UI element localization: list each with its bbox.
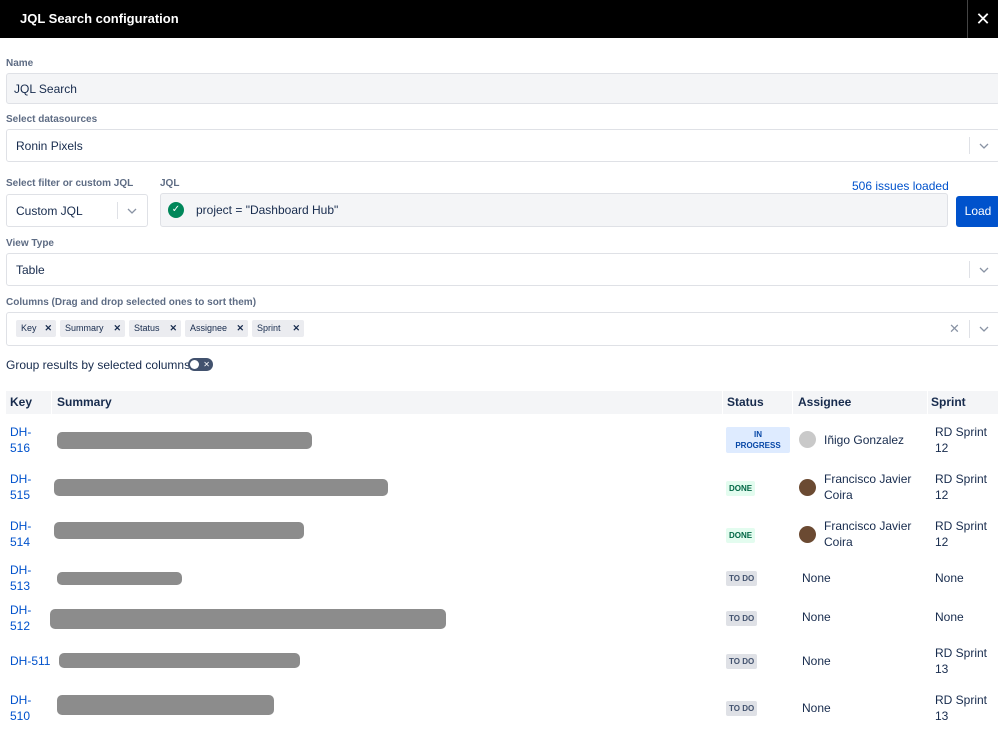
sprint-cell: None — [935, 571, 964, 585]
select-separator — [969, 320, 970, 338]
clear-icon[interactable]: ✕ — [949, 321, 960, 337]
assignee-name: None — [802, 571, 831, 585]
col-divider — [927, 391, 928, 414]
col-header-assignee[interactable]: Assignee — [798, 391, 851, 414]
summary-redacted — [57, 695, 274, 715]
chevron-down-icon[interactable] — [127, 205, 137, 217]
view-type-label: View Type — [6, 238, 54, 249]
sprint-cell: RD Sprint 13 — [935, 693, 988, 723]
column-chip-status[interactable]: Status ✕ — [129, 320, 181, 337]
group-label: Group results by selected columns — [6, 358, 191, 372]
chevron-down-icon[interactable] — [979, 140, 989, 152]
col-divider — [722, 391, 723, 414]
chevron-down-icon[interactable] — [979, 323, 989, 335]
chip-label: Summary — [65, 323, 104, 333]
filter-select[interactable]: Custom JQL — [6, 194, 148, 227]
issue-key-link[interactable]: DH-511 — [10, 653, 50, 669]
select-separator — [117, 202, 118, 219]
sprint-cell: RD Sprint 12 — [935, 472, 988, 502]
view-type-value: Table — [16, 262, 45, 277]
col-header-summary[interactable]: Summary — [57, 391, 112, 414]
filter-value: Custom JQL — [16, 203, 83, 218]
col-header-status[interactable]: Status — [727, 391, 764, 414]
column-chip-key[interactable]: Key ✕ — [16, 320, 56, 337]
name-label: Name — [6, 58, 34, 69]
datasource-label: Select datasources — [6, 114, 98, 125]
issue-key-link[interactable]: DH- 510 — [10, 692, 31, 724]
issue-key-link[interactable]: DH- 516 — [10, 424, 31, 456]
summary-redacted — [59, 653, 300, 668]
status-lozenge: TO DO — [726, 571, 758, 586]
view-type-select[interactable]: Table — [6, 253, 998, 286]
datasource-select[interactable]: Ronin Pixels — [6, 129, 998, 162]
assignee-name: None — [802, 701, 831, 715]
issue-key-link[interactable]: DH- 512 — [10, 602, 31, 634]
column-chip-assignee[interactable]: Assignee ✕ — [185, 320, 248, 337]
close-icon[interactable]: ✕ — [967, 0, 998, 38]
status-lozenge: TO DO — [726, 701, 758, 716]
chip-label: Key — [21, 323, 37, 333]
avatar — [799, 526, 816, 543]
check-icon: ✓ — [168, 202, 184, 218]
issue-key-link[interactable]: DH- 514 — [10, 518, 31, 550]
datasource-value: Ronin Pixels — [16, 138, 83, 153]
column-chip-sprint[interactable]: Sprint ✕ — [252, 320, 304, 337]
sprint-cell: RD Sprint 12 — [935, 519, 988, 549]
status-lozenge: TO DO — [726, 654, 758, 669]
issues-loaded: 506 issues loaded — [852, 179, 949, 193]
name-value: JQL Search — [14, 81, 77, 96]
column-chip-summary[interactable]: Summary ✕ — [60, 320, 125, 337]
group-toggle[interactable]: ✕ — [188, 358, 213, 371]
remove-icon[interactable]: ✕ — [169, 320, 177, 337]
dialog-title: JQL Search configuration — [20, 11, 179, 26]
jql-value: project = "Dashboard Hub" — [196, 203, 339, 217]
sprint-cell: None — [935, 610, 964, 624]
assignee-name: Francisco Javier Coira — [824, 472, 912, 502]
table-header: Key Summary Status Assignee Sprint — [6, 391, 998, 414]
remove-icon[interactable]: ✕ — [236, 320, 244, 337]
load-button[interactable]: Load — [956, 196, 998, 227]
name-input[interactable]: JQL Search — [6, 73, 998, 104]
col-divider — [792, 391, 793, 414]
chip-label: Sprint — [257, 323, 281, 333]
remove-icon[interactable]: ✕ — [113, 320, 121, 337]
summary-redacted — [50, 609, 446, 629]
chip-label: Status — [134, 323, 160, 333]
toggle-knob — [190, 360, 199, 369]
assignee-name: None — [802, 610, 831, 624]
summary-redacted — [54, 479, 388, 496]
summary-redacted — [54, 522, 304, 539]
dialog-titlebar: JQL Search configuration ✕ — [0, 0, 998, 38]
status-lozenge: TO DO — [726, 611, 758, 626]
summary-redacted — [57, 572, 182, 585]
remove-icon[interactable]: ✕ — [44, 320, 52, 337]
status-lozenge: DONE — [726, 481, 756, 496]
select-separator — [969, 137, 970, 154]
chip-label: Assignee — [190, 323, 228, 333]
assignee-name: None — [802, 654, 831, 668]
select-separator — [969, 261, 970, 278]
chevron-down-icon[interactable] — [979, 264, 989, 276]
toggle-off-icon: ✕ — [203, 360, 210, 369]
sprint-cell: RD Sprint 13 — [935, 646, 988, 676]
issue-key-link[interactable]: DH- 513 — [10, 562, 31, 594]
assignee-name: Iñigo Gonzalez — [824, 433, 905, 447]
issue-key-link[interactable]: DH- 515 — [10, 471, 31, 503]
summary-redacted — [57, 432, 312, 449]
sprint-cell: RD Sprint 12 — [935, 425, 988, 455]
status-lozenge: DONE — [726, 528, 756, 543]
avatar — [799, 479, 816, 496]
avatar — [799, 431, 816, 448]
jql-label: JQL — [160, 178, 180, 189]
jql-input[interactable]: project = "Dashboard Hub" — [160, 193, 948, 227]
col-divider — [51, 391, 52, 414]
remove-icon[interactable]: ✕ — [292, 320, 300, 337]
columns-label: Columns (Drag and drop selected ones to … — [6, 297, 257, 308]
col-header-sprint[interactable]: Sprint — [931, 391, 966, 414]
col-header-key[interactable]: Key — [10, 391, 32, 414]
filter-label: Select filter or custom JQL — [6, 178, 134, 189]
assignee-name: Francisco Javier Coira — [824, 519, 912, 549]
status-lozenge: IN PROGRESS — [726, 427, 790, 453]
